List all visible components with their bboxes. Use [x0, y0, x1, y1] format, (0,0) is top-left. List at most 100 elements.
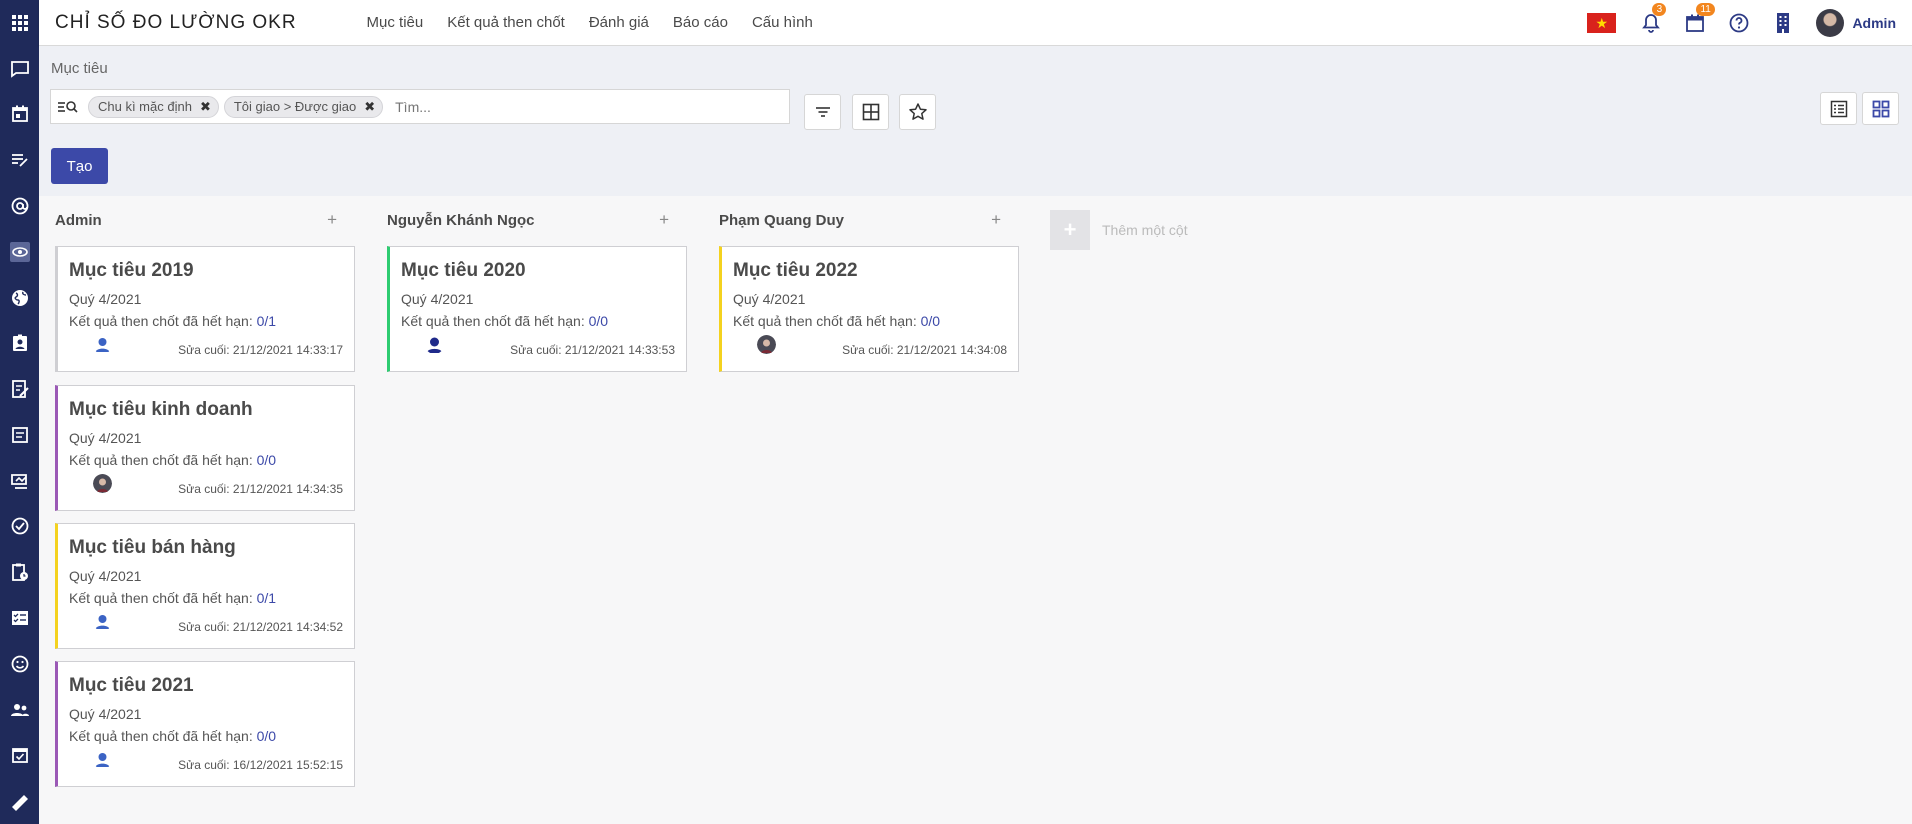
card-title: Mục tiêu bán hàng — [69, 537, 236, 558]
kanban-card[interactable]: Mục tiêu 2022 Quý 4/2021 Kết quả then ch… — [719, 246, 1019, 372]
column-header: Phạm Quang Duy + — [703, 196, 1003, 244]
at-icon[interactable] — [0, 183, 39, 229]
create-button[interactable]: Tạo — [51, 148, 108, 184]
apps-menu-icon[interactable] — [0, 0, 39, 46]
owner-avatar-icon — [93, 750, 112, 769]
quick-create-plus-icon[interactable]: + — [991, 210, 1001, 230]
company-switcher-button[interactable] — [1772, 12, 1794, 34]
discuss-icon[interactable] — [0, 46, 39, 92]
card-period: Quý 4/2021 — [69, 291, 142, 307]
star-icon — [908, 103, 927, 120]
smile-icon[interactable] — [0, 641, 39, 687]
remove-facet-icon[interactable]: ✖ — [200, 99, 211, 115]
user-avatar[interactable] — [1816, 8, 1845, 37]
quick-create-plus-icon[interactable]: + — [327, 210, 337, 230]
card-period: Quý 4/2021 — [401, 291, 474, 307]
website-icon[interactable] — [0, 275, 39, 321]
contacts-icon[interactable] — [0, 320, 39, 366]
search-bar[interactable]: Chu kì mặc định ✖ Tôi giao > Được giao ✖ — [50, 89, 790, 124]
help-icon — [1730, 13, 1749, 32]
notifications-button[interactable]: 3 — [1640, 2, 1667, 34]
owner-avatar-icon — [757, 335, 776, 354]
presentation-icon[interactable] — [0, 458, 39, 504]
search-input[interactable] — [395, 98, 696, 115]
owner-avatar-icon — [93, 474, 112, 493]
calendar-check-icon[interactable] — [0, 733, 39, 779]
grid-icon — [862, 103, 879, 121]
card-period: Quý 4/2021 — [69, 568, 142, 584]
card-last-modified: Sửa cuối: 21/12/2021 14:34:35 — [178, 482, 343, 496]
column-header: Nguyễn Khánh Ngọc + — [371, 196, 671, 244]
filter-icon — [815, 107, 830, 117]
add-column-plus-icon: + — [1050, 210, 1090, 250]
card-period: Quý 4/2021 — [69, 430, 142, 446]
user-menu[interactable]: Admin — [1852, 15, 1896, 31]
card-period: Quý 4/2021 — [733, 291, 806, 307]
kanban-view-button[interactable] — [1862, 92, 1899, 125]
facet-label: Chu kì mặc định — [98, 99, 192, 114]
kr-label: Kết quả then chốt đã hết hạn: — [69, 590, 253, 606]
kr-label: Kết quả then chốt đã hết hạn: — [69, 313, 253, 329]
column-title: Phạm Quang Duy — [719, 211, 845, 229]
search-options-icon[interactable] — [57, 99, 83, 115]
favorites-button[interactable] — [899, 94, 936, 130]
add-column-button[interactable]: + Thêm một cột — [1050, 210, 1188, 250]
app-title: CHỈ SỐ ĐO LƯỜNG OKR — [55, 11, 297, 33]
top-menu: Mục tiêu Kết quả then chốt Đánh giá Báo … — [355, 14, 825, 31]
card-period: Quý 4/2021 — [69, 706, 142, 722]
menu-item-key-results[interactable]: Kết quả then chốt — [435, 14, 577, 31]
menu-item-objectives[interactable]: Mục tiêu — [355, 14, 436, 31]
help-button[interactable] — [1728, 12, 1750, 34]
group-by-button[interactable] — [852, 94, 889, 130]
list-view-button[interactable] — [1820, 92, 1857, 125]
add-column-label: Thêm một cột — [1102, 222, 1188, 238]
kr-value: 0/1 — [256, 590, 277, 606]
card-key-results: Kết quả then chốt đã hết hạn: 0/1 — [69, 313, 276, 329]
kanban-card[interactable]: Mục tiêu kinh doanh Quý 4/2021 Kết quả t… — [55, 385, 355, 511]
language-flag-icon[interactable]: ★ — [1587, 12, 1617, 33]
check-circle-icon[interactable] — [0, 504, 39, 550]
kr-value: 0/0 — [256, 452, 277, 468]
notifications-badge: 3 — [1652, 2, 1667, 16]
card-key-results: Kết quả then chốt đã hết hạn: 0/0 — [69, 728, 276, 744]
card-title: Mục tiêu 2022 — [733, 260, 858, 281]
card-key-results: Kết quả then chốt đã hết hạn: 0/0 — [69, 452, 276, 468]
forms-icon[interactable] — [0, 412, 39, 458]
card-last-modified: Sửa cuối: 21/12/2021 14:34:52 — [178, 620, 343, 634]
checklist-icon[interactable] — [0, 595, 39, 641]
kanban-card[interactable]: Mục tiêu 2020 Quý 4/2021 Kết quả then ch… — [387, 246, 687, 372]
remove-facet-icon[interactable]: ✖ — [364, 99, 375, 115]
menu-item-evaluation[interactable]: Đánh giá — [577, 14, 661, 31]
menu-item-configuration[interactable]: Cấu hình — [740, 14, 825, 31]
filter-button[interactable] — [804, 94, 841, 130]
kanban-card[interactable]: Mục tiêu 2019 Quý 4/2021 Kết quả then ch… — [55, 246, 355, 372]
app-sidebar — [0, 0, 39, 824]
search-facet-period: Chu kì mặc định ✖ — [88, 95, 219, 118]
kr-value: 0/0 — [256, 728, 277, 744]
kanban-card[interactable]: Mục tiêu bán hàng Quý 4/2021 Kết quả the… — [55, 523, 355, 649]
okr-icon[interactable] — [0, 229, 39, 275]
column-header: Admin + — [39, 196, 339, 244]
kr-label: Kết quả then chốt đã hết hạn: — [733, 313, 917, 329]
search-facet-assignment: Tôi giao > Được giao ✖ — [223, 95, 384, 118]
column-title: Admin — [55, 211, 102, 229]
quick-create-plus-icon[interactable]: + — [659, 210, 669, 230]
people-icon[interactable] — [0, 687, 39, 733]
clipboard-clock-icon[interactable] — [0, 549, 39, 595]
breadcrumb: Mục tiêu — [51, 60, 108, 77]
calendar-icon[interactable] — [0, 92, 39, 138]
card-key-results: Kết quả then chốt đã hết hạn: 0/1 — [69, 590, 276, 606]
ruler-icon[interactable] — [0, 778, 39, 824]
kanban-column-admin: Admin + — [39, 196, 339, 244]
menu-item-reports[interactable]: Báo cáo — [661, 14, 740, 31]
facet-label: Tôi giao > Được giao — [233, 99, 357, 114]
survey-icon[interactable] — [0, 366, 39, 412]
kr-value: 0/0 — [588, 313, 609, 329]
notes-icon[interactable] — [0, 137, 39, 183]
kr-label: Kết quả then chốt đã hết hạn: — [401, 313, 585, 329]
activities-badge: 11 — [1696, 2, 1715, 16]
activities-button[interactable]: 11 — [1684, 2, 1715, 34]
kanban-card[interactable]: Mục tiêu 2021 Quý 4/2021 Kết quả then ch… — [55, 661, 355, 787]
list-icon — [1830, 100, 1847, 117]
card-last-modified: Sửa cuối: 21/12/2021 14:33:53 — [510, 343, 675, 357]
